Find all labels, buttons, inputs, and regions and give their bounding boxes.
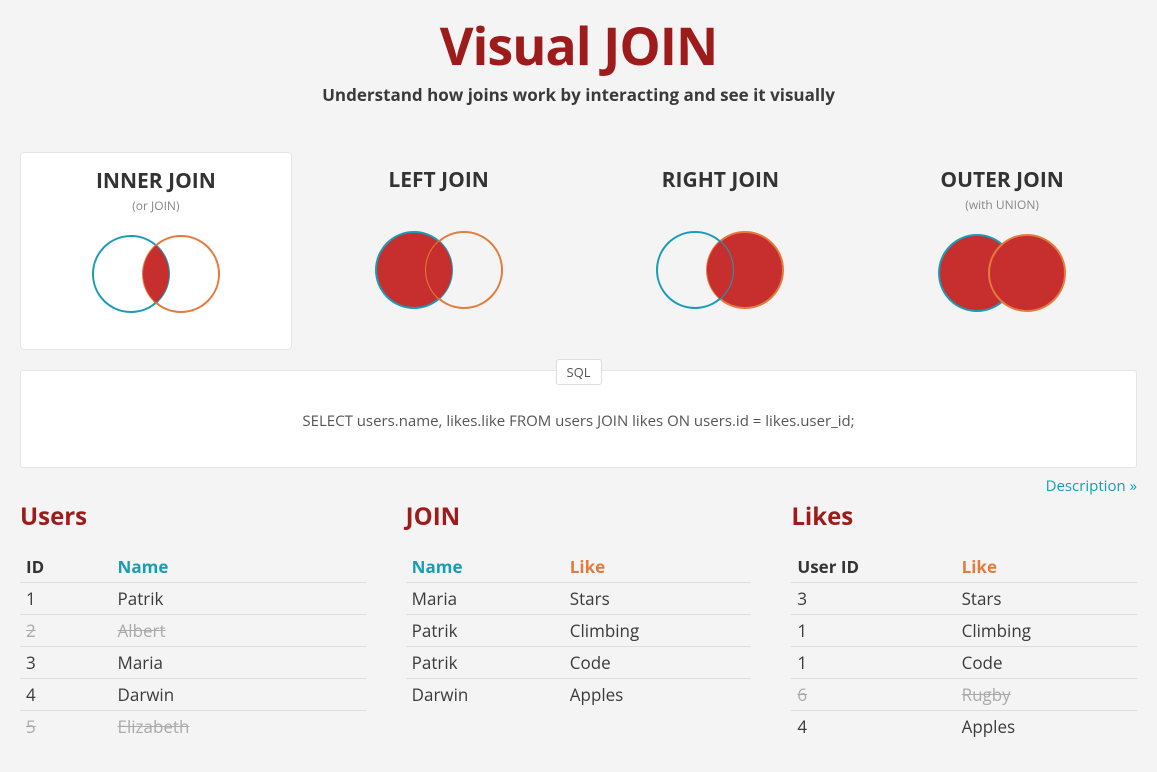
table-cell: 3 [20,647,112,679]
table-row: MariaStars [406,583,752,615]
sql-label: SQL [555,359,601,385]
sql-query-text: SELECT users.name, likes.like FROM users… [41,411,1116,431]
tab-subtitle: (or JOIN) [31,197,281,214]
table-cell: Climbing [956,615,1137,647]
join-title: JOIN [406,500,752,533]
tab-title: OUTER JOIN [877,166,1127,194]
likes-header-like: Like [956,551,1137,583]
table-cell: Maria [112,647,366,679]
table-cell: Patrik [112,583,366,615]
tab-right-join[interactable]: RIGHT JOIN [586,152,856,350]
table-row: 1Climbing [791,615,1137,647]
table-cell: Code [956,647,1137,679]
table-row: 3Stars [791,583,1137,615]
table-cell: Stars [564,583,752,615]
venn-outer-icon [877,223,1127,328]
table-cell: 1 [791,615,955,647]
venn-right-icon [596,220,846,325]
likes-title: Likes [791,500,1137,533]
likes-table: User ID Like 3Stars1Climbing1Code6Rugby4… [791,551,1137,742]
likes-column: Likes User ID Like 3Stars1Climbing1Code6… [791,500,1137,742]
table-cell: 3 [791,583,955,615]
users-column: Users ID Name 1Patrik2Albert3Maria4Darwi… [20,500,366,742]
table-row: 6Rugby [791,679,1137,711]
tab-inner-join[interactable]: INNER JOIN (or JOIN) [20,152,292,350]
users-title: Users [20,500,366,533]
tab-outer-join[interactable]: OUTER JOIN (with UNION) [867,152,1137,350]
tab-title: LEFT JOIN [314,166,564,194]
table-cell: Apples [956,711,1137,743]
table-cell: Climbing [564,615,752,647]
venn-left-icon [314,220,564,325]
sql-panel: SQL SELECT users.name, likes.like FROM u… [20,370,1137,468]
users-table: ID Name 1Patrik2Albert3Maria4Darwin5Eliz… [20,551,366,742]
join-table: Name Like MariaStarsPatrikClimbingPatrik… [406,551,752,710]
join-column: JOIN Name Like MariaStarsPatrikClimbingP… [406,500,752,742]
table-cell: Patrik [406,615,564,647]
page-title: Visual JOIN [20,10,1137,81]
table-cell: Patrik [406,647,564,679]
table-row: DarwinApples [406,679,752,711]
table-cell: Code [564,647,752,679]
table-cell: Elizabeth [112,711,366,743]
table-row: 1Patrik [20,583,366,615]
tab-subtitle [596,196,846,210]
users-header-id: ID [20,551,112,583]
table-cell: 5 [20,711,112,743]
tab-subtitle [314,196,564,210]
join-type-tabs: INNER JOIN (or JOIN) LEFT JOIN RIGHT JOIN OU… [20,152,1137,350]
table-cell: 1 [20,583,112,615]
table-row: 5Elizabeth [20,711,366,743]
users-header-name: Name [112,551,366,583]
table-cell: Maria [406,583,564,615]
venn-inner-icon [31,224,281,329]
table-cell: Darwin [112,679,366,711]
table-row: 2Albert [20,615,366,647]
table-row: 1Code [791,647,1137,679]
tab-title: INNER JOIN [31,167,281,195]
table-cell: 1 [791,647,955,679]
table-row: PatrikCode [406,647,752,679]
table-row: PatrikClimbing [406,615,752,647]
table-row: 3Maria [20,647,366,679]
table-cell: Rugby [956,679,1137,711]
table-row: 4Darwin [20,679,366,711]
table-cell: Albert [112,615,366,647]
description-link[interactable]: Description » [1046,476,1137,496]
likes-header-userid: User ID [791,551,955,583]
table-cell: Darwin [406,679,564,711]
tab-title: RIGHT JOIN [596,166,846,194]
table-row: 4Apples [791,711,1137,743]
table-cell: Apples [564,679,752,711]
join-header-name: Name [406,551,564,583]
table-cell: 6 [791,679,955,711]
table-cell: 2 [20,615,112,647]
table-cell: 4 [20,679,112,711]
page-subtitle: Understand how joins work by interacting… [20,83,1137,106]
table-cell: Stars [956,583,1137,615]
tab-left-join[interactable]: LEFT JOIN [304,152,574,350]
table-cell: 4 [791,711,955,743]
page-header: Visual JOIN Understand how joins work by… [20,0,1137,124]
join-header-like: Like [564,551,752,583]
tab-subtitle: (with UNION) [877,196,1127,213]
